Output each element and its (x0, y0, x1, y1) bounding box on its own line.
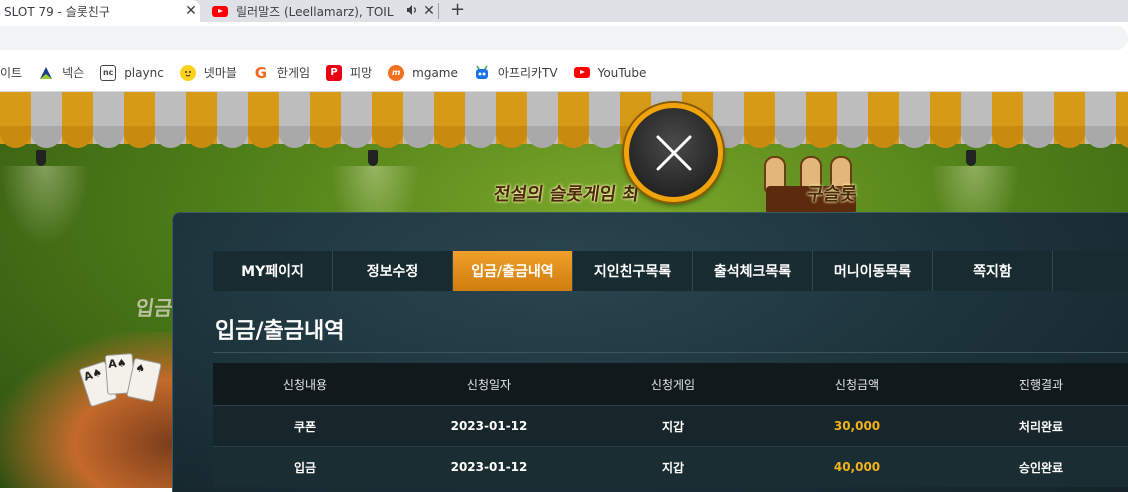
bookmark-pmang[interactable]: P 피망 (318, 59, 380, 87)
playing-cards-decoration: A♠ A♠ ♠ (78, 353, 164, 414)
column-header: 진행결과 (1018, 377, 1064, 392)
bookmark-label: 넷마블 (203, 66, 237, 80)
tab-referral-list[interactable]: 지인친구목록 (573, 251, 693, 291)
bookmark-label: 넥슨 (62, 66, 85, 80)
mgame-icon: m (388, 64, 405, 81)
youtube-favicon-icon (212, 5, 228, 17)
browser-tab-strip: SLOT 79 - 슬롯친구 ✕ 릴러말즈 (Leellamarz), TOIL… (0, 0, 1128, 22)
tab-divider (438, 3, 439, 19)
request-result-cell: 처리완료 (1018, 419, 1064, 434)
spotlight-icon (368, 150, 378, 166)
request-game-cell: 지갑 (661, 419, 685, 434)
request-type-cell: 쿠폰 (293, 419, 317, 434)
browser-toolbar (0, 22, 1128, 54)
speaker-icon[interactable] (404, 4, 420, 19)
address-bar[interactable] (0, 26, 1128, 50)
awning-scallops (0, 126, 1128, 148)
bookmark-label: mgame (412, 65, 458, 80)
bookmark-label: YouTube (597, 65, 647, 80)
tab-close-icon[interactable]: ✕ (420, 3, 438, 19)
bookmark-plaync[interactable]: nc plaync (92, 59, 172, 87)
close-icon (656, 135, 692, 171)
bookmark-label: plaync (124, 65, 164, 80)
bookmark-hangame[interactable]: G 한게임 (245, 59, 318, 87)
browser-tab-youtube[interactable]: 릴러말즈 (Leellamarz), TOIL ✕ (202, 0, 438, 22)
plaync-icon: nc (100, 64, 117, 81)
history-table: 신청내용 신청일자 신청게임 신청금액 진행결과 쿠폰 2023-01-12 지… (213, 363, 1128, 487)
bookmark-youtube[interactable]: YouTube (566, 59, 655, 87)
nexon-icon (38, 65, 54, 81)
tab-attendance-list[interactable]: 출석체크목록 (693, 251, 813, 291)
section-title: 입금/출금내역 (215, 319, 345, 344)
bookmarks-bar: 이트 넥슨 nc plaync 넷마블 G 한게임 P 피망 m mgame 아… (0, 54, 1128, 92)
spotlight-icon (36, 150, 46, 166)
bookmark-mgame[interactable]: m mgame (380, 59, 466, 87)
column-header: 신청일자 (466, 377, 512, 392)
request-result-cell: 승인완료 (1018, 460, 1064, 475)
bookmark-label: 이트 (0, 66, 23, 80)
spotlight-icon (966, 150, 976, 166)
pmang-icon: P (326, 64, 343, 81)
request-amount-cell: 40,000 (833, 460, 881, 474)
tab-deposit-withdraw-history[interactable]: 입금/출금내역 (453, 251, 573, 291)
tab-money-transfer-list[interactable]: 머니이동목록 (813, 251, 933, 291)
table-row: 쿠폰 2023-01-12 지갑 30,000 처리완료 (213, 405, 1128, 446)
browser-tab-slot79[interactable]: SLOT 79 - 슬롯친구 ✕ (0, 0, 200, 22)
section-divider (213, 352, 1128, 353)
request-date-cell: 2023-01-12 (450, 419, 528, 433)
table-row: 입금 2023-01-12 지갑 40,000 승인완료 (213, 446, 1128, 487)
tab-messages[interactable]: 쪽지함 (933, 251, 1053, 291)
request-type-cell: 입금 (293, 460, 317, 475)
tab-title: 릴러말즈 (Leellamarz), TOIL (236, 4, 394, 19)
column-header: 신청내용 (282, 377, 328, 392)
spotlight-beam (0, 166, 90, 246)
bookmark-nexon[interactable]: 넥슨 (30, 59, 92, 87)
column-header: 신청금액 (834, 377, 880, 392)
column-header: 신청게임 (650, 377, 696, 392)
bookmark-afreecatv[interactable]: 아프리카TV (466, 59, 566, 87)
netmarble-icon (179, 64, 196, 81)
bookmark-site[interactable]: 이트 (0, 59, 30, 87)
modal-tab-bar: MY페이지 정보수정 입금/출금내역 지인친구목록 출석체크목록 머니이동목록 … (213, 251, 1128, 291)
tab-mypage[interactable]: MY페이지 (213, 251, 333, 291)
request-amount-cell: 30,000 (833, 419, 881, 433)
youtube-icon (573, 67, 590, 78)
modal-close-button[interactable] (624, 103, 723, 202)
bookmark-netmarble[interactable]: 넷마블 (172, 59, 245, 87)
mypage-modal: MY페이지 정보수정 입금/출금내역 지인친구목록 출석체크목록 머니이동목록 … (172, 212, 1128, 492)
side-banner-text: 입금 (134, 296, 175, 320)
bookmark-label: 피망 (350, 66, 373, 80)
tab-title: SLOT 79 - 슬롯친구 (4, 4, 110, 19)
new-tab-button[interactable]: + (450, 0, 465, 22)
afreecatv-icon (474, 65, 490, 81)
bookmark-label: 한게임 (276, 66, 311, 80)
table-header: 신청내용 신청일자 신청게임 신청금액 진행결과 (213, 363, 1128, 405)
request-date-cell: 2023-01-12 (450, 460, 528, 474)
bookmark-label: 아프리카TV (497, 66, 558, 80)
request-game-cell: 지갑 (661, 460, 685, 475)
tab-edit-info[interactable]: 정보수정 (333, 251, 453, 291)
hangame-icon: G (254, 63, 268, 82)
tab-close-icon[interactable]: ✕ (182, 3, 200, 19)
